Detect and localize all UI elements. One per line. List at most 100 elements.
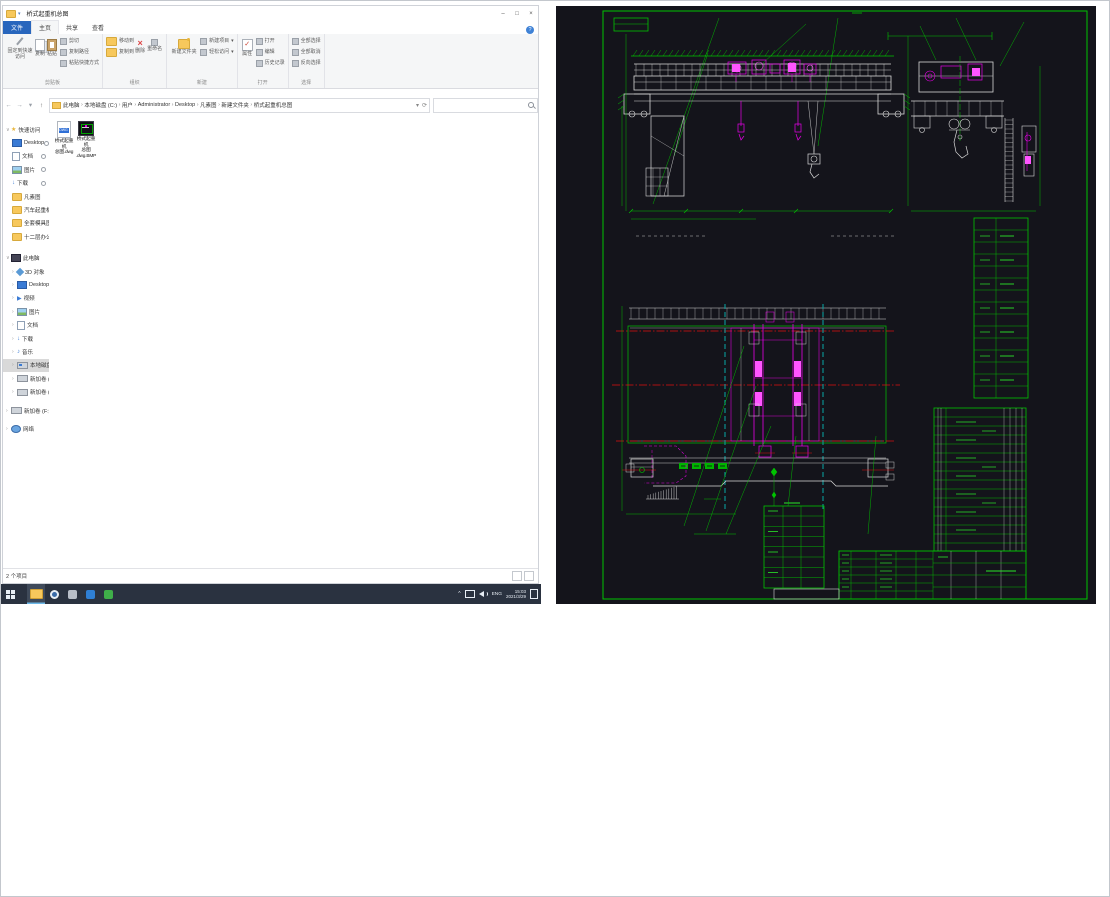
- paste-shortcut-button[interactable]: 粘贴快捷方式: [60, 58, 99, 69]
- taskbar-app-2[interactable]: [81, 584, 99, 604]
- language-indicator[interactable]: ENG: [492, 592, 502, 597]
- rename-button[interactable]: 重命名: [147, 36, 162, 53]
- start-button[interactable]: [1, 584, 19, 604]
- ribbon-group-clipboard: 固定到快速访问 复制 粘贴 剪切 复制路径 粘贴快捷方式 剪贴板: [3, 34, 104, 88]
- copy-to-icon: [106, 48, 118, 57]
- up-button[interactable]: ↑: [36, 102, 47, 109]
- taskbar-app-3[interactable]: [99, 584, 117, 604]
- easy-access-button[interactable]: 轻松访问 ▾: [200, 47, 234, 58]
- sidebar-item-downloads-qa[interactable]: ↓ 下载: [3, 177, 49, 190]
- taskbar-browser[interactable]: [45, 584, 63, 604]
- breadcrumb-users[interactable]: 用户: [122, 101, 133, 109]
- taskbar-app-1[interactable]: [63, 584, 81, 604]
- breadcrumb-current[interactable]: 桥式起重机总图: [254, 101, 293, 109]
- properties-button[interactable]: ✓ 属性: [241, 36, 253, 58]
- refresh-icon[interactable]: ⟳: [422, 102, 427, 109]
- sidebar-section-this-pc[interactable]: ∨ 此电脑: [3, 252, 49, 265]
- forward-button[interactable]: →: [14, 102, 25, 109]
- help-button[interactable]: ?: [526, 26, 534, 34]
- sidebar-item-downloads[interactable]: › ↓ 下载: [3, 332, 49, 345]
- address-bar[interactable]: 此电脑 › 本地磁盘 (C:) › 用户 › Administrator › Deskt…: [49, 97, 430, 113]
- select-none-button[interactable]: 全部取消: [291, 47, 321, 58]
- sidebar-item-new-volume-f[interactable]: › 新加卷 (F:): [3, 404, 49, 417]
- paste-icon: [47, 39, 58, 51]
- sidebar-item-folder-mold-set[interactable]: 全套模具图: [3, 217, 49, 230]
- sidebar-section-quick-access[interactable]: ∨ ★ 快速访问: [3, 123, 49, 136]
- sidebar-item-new-volume-e[interactable]: ›新加卷 (E:): [3, 385, 49, 398]
- pin-to-quick-access-button[interactable]: 固定到快速访问: [7, 36, 33, 60]
- sidebar-item-documents[interactable]: › 文档: [3, 318, 49, 331]
- tab-home[interactable]: 主页: [31, 20, 60, 34]
- paste-button[interactable]: 粘贴: [47, 36, 57, 58]
- tab-view[interactable]: 查看: [85, 21, 111, 34]
- file-item-dwg[interactable]: DWG 桥式起重机 总图.dwg: [53, 121, 75, 156]
- sidebar-item-new-volume-d[interactable]: ›新加卷 (D:): [3, 372, 49, 385]
- monitor-icon[interactable]: [464, 590, 475, 598]
- group-label-new: 新建: [196, 80, 207, 86]
- file-item-bmp[interactable]: 桥式起重机 总图 .dwg.BMP: [75, 121, 97, 159]
- cad-front-elevation-view: [617, 17, 993, 237]
- open-button[interactable]: 打开: [255, 36, 285, 47]
- minimize-button[interactable]: –: [496, 11, 510, 17]
- maximize-button[interactable]: □: [510, 11, 524, 17]
- new-item-button[interactable]: 新建项目 ▾: [200, 36, 234, 47]
- breadcrumb-new-folder[interactable]: 新建文件夹: [221, 101, 249, 109]
- recent-locations-button[interactable]: ▾: [25, 101, 36, 109]
- sidebar-item-pictures[interactable]: › 图片: [3, 305, 49, 318]
- back-button[interactable]: ←: [3, 102, 14, 109]
- invert-selection-icon: [291, 60, 299, 67]
- breadcrumb-folder-1[interactable]: 凡素图: [200, 101, 217, 109]
- tray-chevron-icon[interactable]: ^: [458, 591, 460, 597]
- search-input[interactable]: [433, 97, 538, 113]
- gray-app-icon: [67, 589, 77, 599]
- sidebar-item-folder-fansutu[interactable]: 凡素图: [3, 190, 49, 203]
- copy-button[interactable]: 复制: [35, 36, 45, 58]
- sidebar-item-folder-truck-crane[interactable]: 汽车起重机(全图): [3, 203, 49, 216]
- address-dropdown-icon[interactable]: ▾: [416, 102, 419, 109]
- sidebar-item-desktop-qa[interactable]: Desktop: [3, 136, 49, 149]
- breadcrumb-this-pc[interactable]: 此电脑: [63, 101, 80, 109]
- copy-path-button[interactable]: 复制路径: [60, 47, 99, 58]
- title-bar[interactable]: ▾ 桥式起重机总图 – □ ×: [3, 6, 538, 21]
- history-button[interactable]: 历史记录: [255, 58, 285, 69]
- quick-access-toolbar-dropdown-icon[interactable]: ▾: [18, 11, 21, 17]
- cut-button[interactable]: 剪切: [60, 36, 99, 47]
- copy-to-button[interactable]: 复制到: [106, 47, 134, 58]
- tab-share[interactable]: 共享: [59, 21, 85, 34]
- taskbar-file-explorer[interactable]: [27, 584, 45, 604]
- invert-selection-button[interactable]: 反向选择: [291, 58, 321, 69]
- select-all-button[interactable]: 全部选择: [291, 36, 321, 47]
- sidebar-item-music[interactable]: › ♪ 音乐: [3, 345, 49, 358]
- sidebar-item-folder-building[interactable]: 十二层办公楼: [3, 230, 49, 243]
- easy-access-icon: [200, 49, 208, 56]
- move-to-button[interactable]: 移动到: [106, 36, 134, 47]
- picture-icon: [17, 307, 27, 316]
- speaker-icon[interactable]: [478, 591, 484, 597]
- breadcrumb-desktop[interactable]: Desktop: [175, 102, 195, 108]
- status-bar: 2 个项目: [3, 568, 538, 583]
- cad-preview-image: [556, 6, 1096, 604]
- sidebar-item-local-disk-c[interactable]: ›本地磁盘 (C:): [3, 358, 49, 373]
- sidebar-item-desktop[interactable]: › Desktop: [3, 278, 49, 291]
- tab-file[interactable]: 文件: [3, 21, 32, 34]
- star-icon: ★: [11, 127, 17, 134]
- list-view-button[interactable]: [512, 571, 522, 581]
- edit-button[interactable]: 编辑: [255, 47, 285, 58]
- clock[interactable]: 15:03 2021/3/29: [506, 589, 526, 599]
- new-folder-button[interactable]: 新建文件夹: [171, 36, 197, 56]
- breadcrumb-local-disk-c[interactable]: 本地磁盘 (C:): [84, 101, 117, 109]
- delete-button[interactable]: × 删除: [135, 36, 145, 55]
- system-tray: ^ ENG 15:03 2021/3/29: [458, 584, 541, 604]
- sidebar-item-3d-objects[interactable]: › 3D 对象: [3, 265, 49, 278]
- sidebar-item-pictures-qa[interactable]: 图片: [3, 163, 49, 176]
- file-list-pane[interactable]: DWG 桥式起重机 总图.dwg 桥式起重机 总图 .dwg.BMP: [49, 115, 538, 568]
- sidebar-item-documents-qa[interactable]: 文档: [3, 150, 49, 163]
- computer-icon: [11, 254, 21, 263]
- history-icon: [255, 60, 263, 67]
- breadcrumb-administrator[interactable]: Administrator: [138, 102, 170, 108]
- thumbnail-view-button[interactable]: [524, 571, 534, 581]
- sidebar-item-videos[interactable]: › ▶ 视频: [3, 292, 49, 305]
- close-button[interactable]: ×: [524, 11, 538, 17]
- notification-center-icon[interactable]: [530, 589, 538, 599]
- sidebar-item-network[interactable]: › 网络: [3, 422, 49, 435]
